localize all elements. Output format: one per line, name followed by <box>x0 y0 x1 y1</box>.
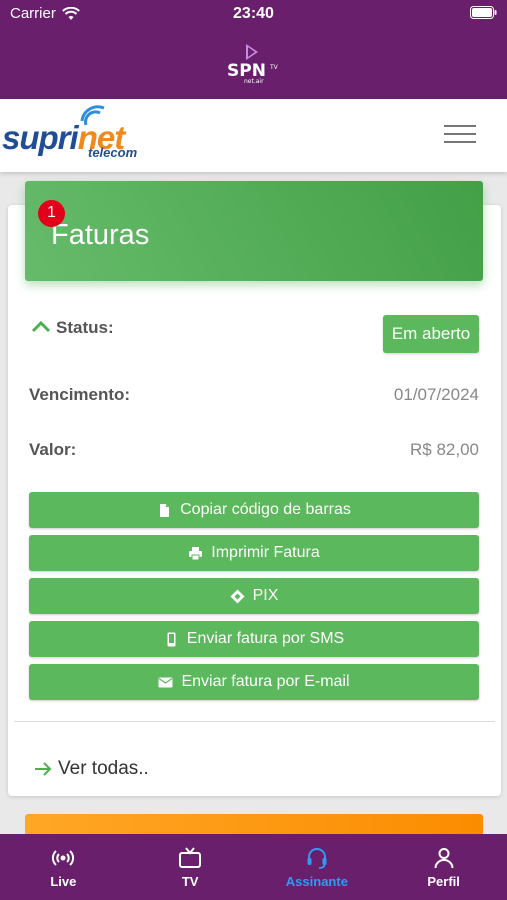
tab-tv[interactable]: TV <box>127 834 254 900</box>
invoice-title: Faturas <box>51 219 150 251</box>
person-icon <box>434 848 454 869</box>
brand-bar: suprinet telecom <box>0 99 507 172</box>
clock: 23:40 <box>233 5 274 22</box>
system-status-bar: Carrier 23:40 <box>0 0 507 28</box>
brand-subtitle: telecom <box>88 145 138 160</box>
svg-text:net.air: net.air <box>244 78 264 85</box>
arrow-right-icon <box>35 762 52 776</box>
send-email-button[interactable]: Enviar fatura por E-mail <box>29 664 479 700</box>
suprinet-logo: suprinet telecom <box>2 105 152 161</box>
bottom-tab-bar: Live TV Assinante Perfil <box>0 834 507 900</box>
pix-button[interactable]: PIX <box>29 578 479 614</box>
tab-assinante[interactable]: Assinante <box>254 834 381 900</box>
notification-badge: 1 <box>38 200 65 227</box>
tv-icon <box>179 847 202 868</box>
invoice-card-header: Faturas <box>25 181 483 281</box>
app-header: SPN TV net.air <box>0 28 507 99</box>
due-date-label: Vencimento: <box>29 385 131 404</box>
due-date-value: 01/07/2024 <box>393 385 479 404</box>
mobile-phone-icon <box>167 632 176 646</box>
envelope-icon <box>158 677 173 687</box>
tab-perfil[interactable]: Perfil <box>380 834 507 900</box>
card-divider <box>14 721 495 722</box>
status-label: Status: <box>56 318 114 337</box>
headset-icon <box>307 848 327 869</box>
chevron-up-icon[interactable] <box>31 320 51 333</box>
status-badge: Em aberto <box>383 315 479 353</box>
live-broadcast-icon <box>52 850 75 866</box>
copy-barcode-button[interactable]: Copiar código de barras <box>29 492 479 528</box>
printer-icon <box>189 546 203 560</box>
tab-live[interactable]: Live <box>0 834 127 900</box>
spn-tv-logo: SPN TV net.air <box>227 44 279 85</box>
print-invoice-button[interactable]: Imprimir Fatura <box>29 535 479 571</box>
hamburger-menu-icon[interactable] <box>444 125 476 147</box>
svg-text:TV: TV <box>269 64 279 71</box>
battery-icon <box>470 6 497 19</box>
amount-value: R$ 82,00 <box>410 440 479 459</box>
send-sms-button[interactable]: Enviar fatura por SMS <box>29 621 479 657</box>
see-all-link[interactable]: Ver todas.. <box>34 758 149 780</box>
document-icon <box>160 503 170 517</box>
pix-icon <box>230 589 245 603</box>
amount-label: Valor: <box>29 440 77 459</box>
